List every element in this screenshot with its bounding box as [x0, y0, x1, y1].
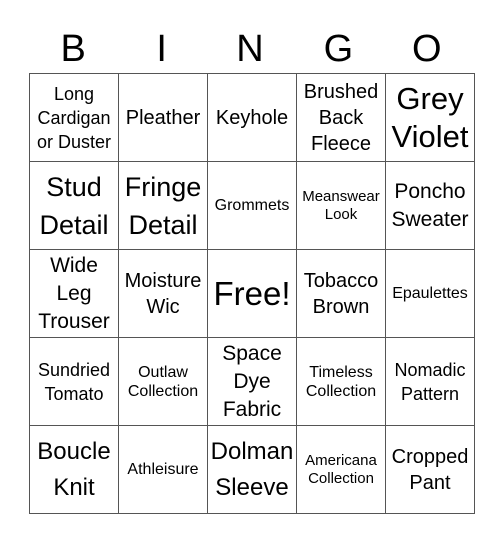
bingo-cell[interactable]: Long Cardigan or Duster — [29, 73, 119, 162]
bingo-grid: Long Cardigan or Duster Pleather Keyhole… — [29, 73, 475, 514]
cell-label: Meanswear Look — [302, 187, 380, 223]
grid-row: Stud Detail Fringe Detail Grommets Means… — [29, 161, 475, 250]
cell-label: Stud Detail — [39, 171, 109, 240]
bingo-cell[interactable]: Fringe Detail — [118, 161, 208, 250]
cell-label: Brushed Back Fleece — [303, 80, 379, 155]
cell-label: Athleisure — [127, 461, 199, 478]
bingo-cell[interactable]: Epaulettes — [385, 249, 475, 338]
cell-label: Pleather — [125, 106, 201, 129]
bingo-cell[interactable]: Poncho Sweater — [385, 161, 475, 250]
bingo-cell[interactable]: Athleisure — [118, 425, 208, 514]
cell-label: Timeless Collection — [305, 363, 377, 400]
bingo-cell[interactable]: Sundried Tomato — [29, 337, 119, 426]
grid-row: Boucle Knit Athleisure Dolman Sleeve Ame… — [29, 425, 475, 514]
cell-label: Boucle Knit — [37, 437, 111, 501]
cell-label: Fringe Detail — [124, 171, 202, 240]
cell-label: Keyhole — [215, 106, 289, 129]
bingo-cell[interactable]: Tobacco Brown — [296, 249, 386, 338]
bingo-cell[interactable]: Dolman Sleeve — [207, 425, 297, 514]
bingo-cell[interactable]: Grey Violet — [385, 73, 475, 162]
header-letter-n: N — [236, 28, 264, 70]
bingo-header: B I N G O — [29, 26, 471, 72]
bingo-cell[interactable]: Outlaw Collection — [118, 337, 208, 426]
bingo-cell[interactable]: Stud Detail — [29, 161, 119, 250]
bingo-cell[interactable]: Meanswear Look — [296, 161, 386, 250]
bingo-cell[interactable]: Wide Leg Trouser — [29, 249, 119, 338]
header-letter-i: I — [156, 28, 167, 70]
bingo-cell[interactable]: Space Dye Fabric — [207, 337, 297, 426]
cell-label: Space Dye Fabric — [222, 341, 282, 421]
cell-label: Wide Leg Trouser — [38, 253, 110, 333]
cell-label: Dolman Sleeve — [210, 437, 294, 501]
cell-label: Americana Collection — [305, 451, 377, 487]
bingo-cell[interactable]: Nomadic Pattern — [385, 337, 475, 426]
cell-label: Grey Violet — [391, 80, 469, 154]
cell-label: Sundried Tomato — [37, 359, 111, 404]
cell-label: Outlaw Collection — [127, 363, 199, 400]
cell-label: Tobacco Brown — [303, 269, 379, 318]
cell-label: Cropped Pant — [391, 445, 469, 494]
cell-label: Nomadic Pattern — [394, 359, 466, 404]
grid-row: Long Cardigan or Duster Pleather Keyhole… — [29, 73, 475, 162]
bingo-cell[interactable]: Moisture Wic — [118, 249, 208, 338]
grid-row: Sundried Tomato Outlaw Collection Space … — [29, 337, 475, 426]
cell-label: Moisture Wic — [124, 269, 202, 318]
bingo-cell free-space[interactable]: Free! — [207, 249, 297, 338]
cell-label: Grommets — [214, 197, 290, 214]
bingo-cell[interactable]: Pleather — [118, 73, 208, 162]
cell-label: Epaulettes — [392, 285, 468, 302]
header-letter-g: G — [323, 28, 354, 70]
free-space-label: Free! — [213, 274, 291, 312]
cell-label: Long Cardigan or Duster — [36, 83, 112, 152]
bingo-cell[interactable]: Cropped Pant — [385, 425, 475, 514]
header-letter-o: O — [412, 28, 442, 70]
bingo-cell[interactable]: Brushed Back Fleece — [296, 73, 386, 162]
bingo-cell[interactable]: Timeless Collection — [296, 337, 386, 426]
bingo-cell[interactable]: Boucle Knit — [29, 425, 119, 514]
header-letter-b: B — [60, 28, 86, 70]
bingo-cell[interactable]: Keyhole — [207, 73, 297, 162]
bingo-cell[interactable]: Americana Collection — [296, 425, 386, 514]
cell-label: Poncho Sweater — [391, 179, 469, 231]
bingo-cell[interactable]: Grommets — [207, 161, 297, 250]
grid-row: Wide Leg Trouser Moisture Wic Free! Toba… — [29, 249, 475, 338]
